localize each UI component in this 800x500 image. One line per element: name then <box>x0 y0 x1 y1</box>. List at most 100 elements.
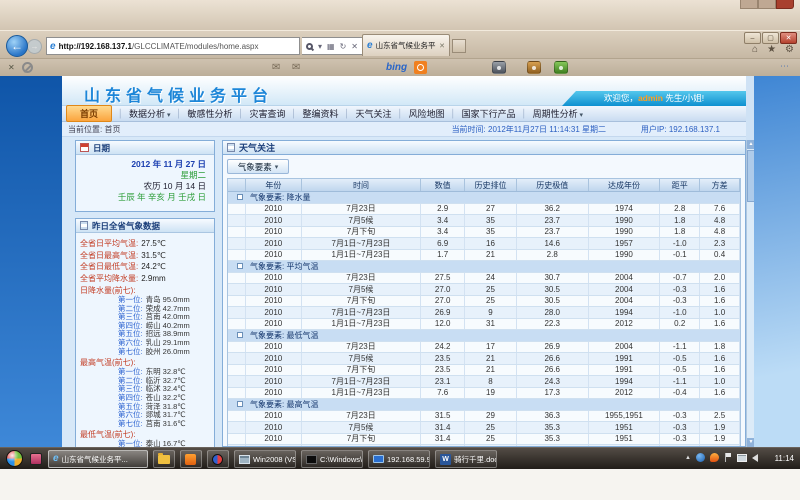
table-cell: 2010 <box>246 411 302 422</box>
nav-item-2[interactable]: 敏感性分析 <box>188 107 233 120</box>
camera-addon-icon[interactable] <box>492 61 506 74</box>
pinned-app-icon[interactable] <box>30 453 42 465</box>
paw-addon-icon[interactable] <box>527 61 541 74</box>
refresh-icon[interactable]: ↻ <box>340 42 347 51</box>
table-cell: -0.7 <box>660 273 700 284</box>
nav-item-7[interactable]: 国家下行产品 <box>462 107 516 120</box>
nav-item-4[interactable]: 整编资料 <box>303 107 339 120</box>
page-scrollbar[interactable]: ▲ ▼ <box>746 140 754 447</box>
taskbar-button-word[interactable]: W骑行千里.docx ... <box>435 450 497 468</box>
nav-item-8[interactable]: 周期性分析 ▾ <box>533 107 583 120</box>
table-row[interactable]: 20107月1日~7月23日23.1824.31994-1.11.0 <box>228 376 740 388</box>
close-button[interactable]: ✕ <box>780 32 797 44</box>
nav-item-6[interactable]: 风险地图 <box>409 107 445 120</box>
element-filter-button[interactable]: 气象要素 ▾ <box>227 159 289 174</box>
table-cell: 2004 <box>589 296 661 307</box>
settings-gear-icon[interactable]: ⚙ <box>785 44 794 55</box>
nav-item-5[interactable]: 天气关注 <box>356 107 392 120</box>
table-row[interactable]: 20107月23日2.92736.219742.87.6 <box>228 204 740 216</box>
address-bar[interactable]: e http://192.168.137.1/GLCCLIMATE/module… <box>46 37 300 55</box>
taskbar-button-cmd[interactable]: C:\Windows\s... <box>301 450 363 468</box>
bing-logo[interactable]: bing <box>386 62 407 73</box>
minimize-button[interactable]: – <box>744 32 761 44</box>
tray-firefox-icon[interactable] <box>710 453 719 462</box>
taskbar-button-folder[interactable] <box>153 450 175 468</box>
close-icon[interactable] <box>776 0 794 9</box>
table-row[interactable]: 20107月下旬27.02530.52004-0.31.6 <box>228 296 740 308</box>
table-row[interactable]: 20101月1日~7月23日12.03122.320120.21.6 <box>228 319 740 331</box>
table-row[interactable]: 20107月5候23.52126.61991-0.51.6 <box>228 353 740 365</box>
table-cell: 36.2 <box>517 204 589 215</box>
minimize-icon[interactable] <box>740 0 758 9</box>
mail-icon[interactable]: ✉ <box>272 62 280 73</box>
tab-favicon-icon: e <box>367 40 373 51</box>
table-cell: 25 <box>465 284 517 295</box>
table-row[interactable]: 20107月1日~7月23日6.91614.61957-1.02.3 <box>228 238 740 250</box>
forward-button[interactable]: → <box>27 39 42 54</box>
welcome-ribbon: 欢迎您，admin 先生/小姐! <box>562 91 746 106</box>
table-row[interactable]: 20107月1日~7月23日26.9928.01994-1.01.0 <box>228 307 740 319</box>
start-button[interactable] <box>6 450 23 467</box>
toolbar-close-icon[interactable]: ✕ <box>8 63 15 72</box>
table-row[interactable]: 20107月23日27.52430.72004-0.72.0 <box>228 273 740 285</box>
browser-tab[interactable]: e 山东省气候业务平... ✕ <box>362 34 450 56</box>
new-tab-button[interactable] <box>452 39 466 53</box>
chevron-down-icon[interactable]: ▾ <box>318 42 322 51</box>
table-cell: 2010 <box>246 388 302 399</box>
table-row[interactable]: 20107月下旬31.42535.31951-0.31.9 <box>228 434 740 446</box>
table-cell: 7月1日~7月23日 <box>302 376 422 387</box>
action-center-flag-icon[interactable] <box>724 453 732 462</box>
table-cell: 1.0 <box>700 376 740 387</box>
table-row[interactable]: 20107月23日24.21726.92004-1.11.8 <box>228 342 740 354</box>
back-button[interactable]: ← <box>6 35 28 57</box>
group-checkbox[interactable] <box>237 332 243 338</box>
table-row[interactable]: 20107月下旬23.52126.61991-0.51.6 <box>228 365 740 377</box>
table-row[interactable]: 20101月1日~7月23日1.7212.81990-0.10.4 <box>228 250 740 262</box>
maximize-icon[interactable] <box>758 0 776 9</box>
favorites-star-icon[interactable]: ★ <box>767 44 776 55</box>
nav-item-1[interactable]: 数据分析 ▾ <box>129 107 170 120</box>
table-cell: 1955,1951 <box>589 411 661 422</box>
stop-icon[interactable]: ✕ <box>351 42 358 51</box>
nav-item-3[interactable]: 灾害查询 <box>250 107 286 120</box>
taskbar-button-media[interactable] <box>180 450 202 468</box>
search-icon[interactable] <box>306 43 313 50</box>
taskbar-button-remote[interactable]: 192.168.59.99... <box>368 450 430 468</box>
table-row[interactable]: 20107月5候3.43523.719901.84.8 <box>228 215 740 227</box>
calendar-box-header: 日期 <box>76 141 214 155</box>
maximize-button[interactable]: ▢ <box>762 32 779 44</box>
taskbar-button-ie[interactable]: e山东省气候业务平... <box>48 450 148 468</box>
table-cell: 7月下旬 <box>302 227 422 238</box>
nav-item-0[interactable]: 首页 <box>66 105 112 122</box>
group-checkbox[interactable] <box>237 263 243 269</box>
tray-expand-icon[interactable]: ▲ <box>685 455 691 461</box>
tray-app-icon[interactable] <box>696 453 705 462</box>
group-checkbox[interactable] <box>237 194 243 200</box>
table-cell: 19 <box>465 388 517 399</box>
group-checkbox[interactable] <box>237 401 243 407</box>
mail-open-icon[interactable]: ✉ <box>292 62 300 73</box>
row-checkbox-cell <box>228 411 246 422</box>
volume-icon[interactable] <box>752 454 758 462</box>
tab-close-icon[interactable]: ✕ <box>439 42 445 50</box>
more-icon[interactable]: ⋯ <box>780 61 790 72</box>
page-header: 山东省气候业务平台 欢迎您，admin 先生/小姐! <box>62 76 746 106</box>
taskbar-clock[interactable]: 11:14 <box>775 454 794 463</box>
table-cell: 1990 <box>589 250 661 261</box>
group-label: 气象要素: 最高气温 <box>246 399 740 410</box>
chrome-right-icons: ⌂ ★ ⚙ <box>752 44 794 55</box>
table-cell: 1991 <box>589 353 661 364</box>
network-icon[interactable] <box>737 454 747 462</box>
blocked-icon[interactable] <box>22 62 33 73</box>
bing-search-icon[interactable] <box>414 61 427 74</box>
puzzle-addon-icon[interactable] <box>554 61 568 74</box>
table-row[interactable]: 20107月5候27.02530.52004-0.31.6 <box>228 284 740 296</box>
table-row[interactable]: 20107月下旬3.43523.719901.84.8 <box>228 227 740 239</box>
table-row[interactable]: 20107月23日31.52936.31955,1951-0.32.5 <box>228 411 740 423</box>
table-row[interactable]: 20101月1日~7月23日7.61917.32012-0.41.6 <box>228 388 740 400</box>
taskbar-button-player[interactable] <box>207 450 229 468</box>
compat-view-icon[interactable]: ▦ <box>327 42 335 51</box>
taskbar-button-window[interactable]: Win2008 (VS2... <box>234 450 296 468</box>
home-icon[interactable]: ⌂ <box>752 44 758 55</box>
table-row[interactable]: 20107月5候31.42535.31951-0.31.9 <box>228 422 740 434</box>
